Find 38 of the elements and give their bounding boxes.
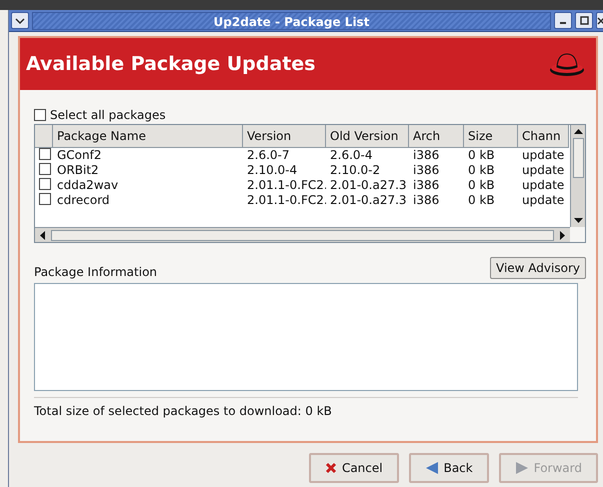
table-cell-text: 2.10.0-4 bbox=[246, 163, 298, 178]
column-header[interactable]: Old Version bbox=[326, 125, 409, 148]
table-cell-text: 0 kB bbox=[467, 193, 496, 208]
table-cell-text: 0 kB bbox=[467, 178, 496, 193]
table-cell-text: 2.01.1-0.FC2. bbox=[246, 193, 326, 208]
table-cell-text: ORBit2 bbox=[56, 163, 100, 178]
cancel-button[interactable]: Cancel bbox=[308, 453, 399, 483]
table-cell-text: i386 bbox=[412, 193, 440, 208]
table-cell-text: 0 kB bbox=[467, 148, 496, 163]
table-cell-text: 2.01-0.a27.3 bbox=[329, 193, 408, 208]
table-cell-text: update bbox=[521, 163, 566, 178]
table-cell-text: update bbox=[521, 148, 566, 163]
column-header[interactable]: Chann bbox=[518, 125, 569, 148]
column-header[interactable]: Size bbox=[464, 125, 518, 148]
table-cell-text: cdda2wav bbox=[56, 178, 120, 193]
total-size-label: Total size of selected packages to download: 0 kB bbox=[34, 404, 333, 418]
column-header[interactable]: Package Name bbox=[53, 125, 243, 148]
table-cell-text: 2.01-0.a27.3 bbox=[329, 178, 408, 193]
table-cell-text: 2.10.0-2 bbox=[329, 163, 382, 178]
column-header[interactable]: Arch bbox=[409, 125, 464, 148]
banner-title: Available Package Updates bbox=[26, 53, 316, 75]
table-cell-text: i386 bbox=[412, 178, 440, 193]
table-cell-text: i386 bbox=[412, 148, 440, 163]
table-cell-text: i386 bbox=[412, 163, 440, 178]
table-cell-text: 2.6.0-7 bbox=[246, 148, 290, 163]
table-cell-text: cdrecord bbox=[56, 193, 111, 208]
table-cell-text: GConf2 bbox=[56, 148, 102, 163]
table-cell-text: 2.01.1-0.FC2. bbox=[246, 178, 326, 193]
table-cell-text: update bbox=[521, 193, 566, 208]
view-advisory-button[interactable]: View Advisory bbox=[490, 257, 586, 279]
window-title: Up2date - Package List bbox=[32, 12, 551, 30]
select-all-label: Select all packages bbox=[50, 108, 166, 122]
table-cell-text: 2.6.0-4 bbox=[329, 148, 374, 163]
column-header[interactable]: Version bbox=[243, 125, 326, 148]
package-information-label: Package Information bbox=[34, 265, 158, 279]
table-cell-text: update bbox=[521, 178, 566, 193]
table-cell-text: 0 kB bbox=[467, 163, 496, 178]
back-button[interactable]: Back bbox=[408, 453, 489, 483]
